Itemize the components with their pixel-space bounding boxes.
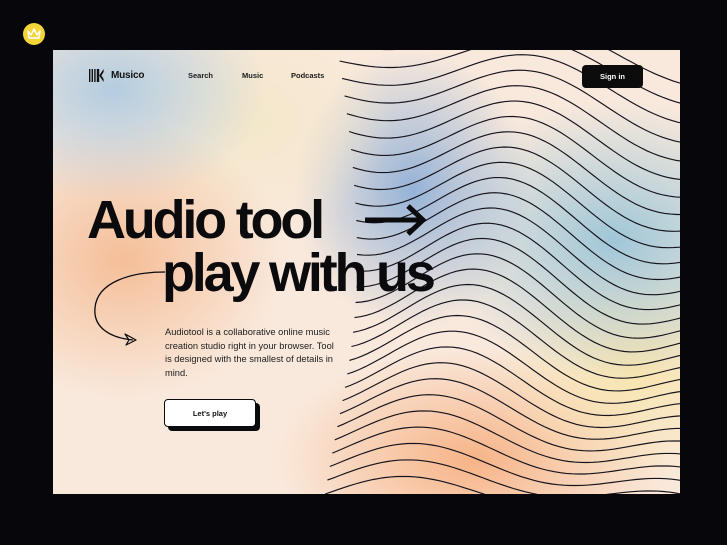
headline-text-1: Audio tool — [87, 190, 325, 250]
wave-line — [332, 426, 680, 475]
wave-line — [344, 346, 680, 417]
curly-arrow-icon — [94, 271, 166, 346]
wave-line — [329, 442, 680, 487]
wave-line — [346, 85, 680, 162]
crown-icon — [27, 28, 41, 39]
wave-line — [349, 314, 680, 392]
wave-line — [327, 459, 680, 494]
brand-name: Musico — [111, 70, 145, 81]
wave-line — [334, 410, 680, 464]
musico-logo-icon — [89, 69, 104, 82]
brand-logo[interactable]: Musico — [89, 69, 144, 82]
nav-link-podcasts[interactable]: Podcasts — [291, 71, 324, 80]
headline-line-2: play with us — [162, 243, 436, 303]
landing-card: Musico Search Music Podcasts Sign in Aud… — [53, 50, 680, 494]
crown-badge — [23, 23, 45, 45]
headline-line-1: Audio tool — [87, 190, 325, 250]
wave-line — [337, 394, 680, 452]
lets-play-button[interactable]: Let's play — [164, 399, 256, 427]
wave-line — [348, 100, 680, 180]
nav-link-music[interactable]: Music — [242, 71, 263, 80]
wave-line — [350, 115, 680, 198]
sign-in-button[interactable]: Sign in — [582, 65, 643, 88]
arrow-right-icon — [365, 204, 427, 236]
nav-link-search[interactable]: Search — [188, 71, 213, 80]
hero-description: Audiotool is a collaborative online musi… — [165, 327, 334, 378]
